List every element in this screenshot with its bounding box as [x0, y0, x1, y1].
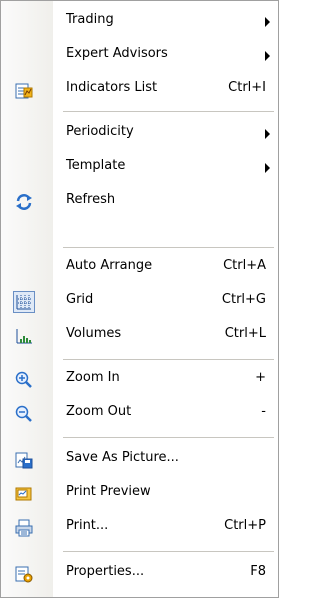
- menu-item-label: Expert Advisors: [66, 46, 168, 61]
- menu-item-label: Print Preview: [66, 484, 151, 499]
- menu-item-shortcut: +: [255, 370, 266, 385]
- menu-item-shortcut: Ctrl+L: [224, 326, 266, 341]
- menu-item-auto-arrange[interactable]: Auto Arrange Ctrl+A: [1, 251, 278, 285]
- menu-item-print[interactable]: Print... Ctrl+P: [1, 511, 278, 545]
- menu-item-label: Template: [66, 158, 126, 173]
- menu-item-shortcut: Ctrl+I: [228, 80, 266, 95]
- menu-item-label: Trading: [66, 12, 114, 27]
- menu-item-label: Grid: [66, 292, 94, 307]
- zoom-in-icon: [15, 371, 33, 389]
- refresh-icon: [15, 193, 33, 211]
- save-picture-icon: [15, 451, 33, 469]
- menu-item-label: Properties...: [66, 564, 145, 579]
- menu-item-label: Refresh: [66, 192, 116, 207]
- menu-item-label: Zoom Out: [66, 404, 132, 419]
- submenu-arrow-icon: [265, 129, 270, 139]
- menu-item-label: Save As Picture...: [66, 450, 179, 465]
- menu-item-volumes[interactable]: Volumes Ctrl+L: [1, 319, 278, 353]
- menu-item-refresh[interactable]: Refresh: [1, 185, 278, 219]
- menu-item-label: Volumes: [66, 326, 122, 341]
- submenu-arrow-icon: [265, 17, 270, 27]
- menu-item-grid[interactable]: Grid Ctrl+G: [1, 285, 278, 319]
- grid-icon: [13, 291, 35, 313]
- menu-item-label: Zoom In: [66, 370, 120, 385]
- menu-item-properties[interactable]: Properties... F8: [1, 557, 278, 591]
- menu-item-expert-advisors[interactable]: Expert Advisors: [1, 39, 278, 73]
- indicators-list-icon: [15, 81, 33, 99]
- submenu-arrow-icon: [265, 51, 270, 61]
- printer-icon: [15, 519, 33, 537]
- menu-item-periodicity[interactable]: Periodicity: [1, 117, 278, 151]
- menu-item-label: Print...: [66, 518, 109, 533]
- menu-item-shortcut: Ctrl+P: [224, 518, 266, 533]
- menu-item-print-preview[interactable]: Print Preview: [1, 477, 278, 511]
- zoom-out-icon: [15, 405, 33, 423]
- menu-item-shortcut: -: [261, 404, 266, 419]
- menu-item-save-as-picture[interactable]: Save As Picture...: [1, 443, 278, 477]
- volumes-icon: [15, 327, 33, 345]
- menu-separator: [63, 551, 274, 553]
- menu-item-label: Periodicity: [66, 124, 134, 139]
- menu-item-shortcut: Ctrl+G: [221, 292, 266, 307]
- menu-separator: [63, 359, 274, 361]
- menu-item-shortcut: Ctrl+A: [223, 258, 266, 273]
- menu-item-indicators-list[interactable]: Indicators List Ctrl+I: [1, 73, 278, 107]
- menu-item-zoom-in[interactable]: Zoom In +: [1, 363, 278, 397]
- menu-item-label: Auto Arrange: [66, 258, 153, 273]
- menu-separator: [63, 111, 274, 113]
- properties-icon: [15, 565, 33, 583]
- context-menu: Trading Expert Advisors Indicators List …: [0, 0, 279, 598]
- menu-item-zoom-out[interactable]: Zoom Out -: [1, 397, 278, 431]
- menu-item-label: Indicators List: [66, 80, 158, 95]
- menu-item-shortcut: F8: [250, 564, 266, 579]
- menu-item-template[interactable]: Template: [1, 151, 278, 185]
- submenu-arrow-icon: [265, 163, 270, 173]
- menu-separator: [63, 437, 274, 439]
- print-preview-icon: [15, 485, 33, 503]
- menu-separator: [63, 247, 274, 249]
- menu-item-trading[interactable]: Trading: [1, 5, 278, 39]
